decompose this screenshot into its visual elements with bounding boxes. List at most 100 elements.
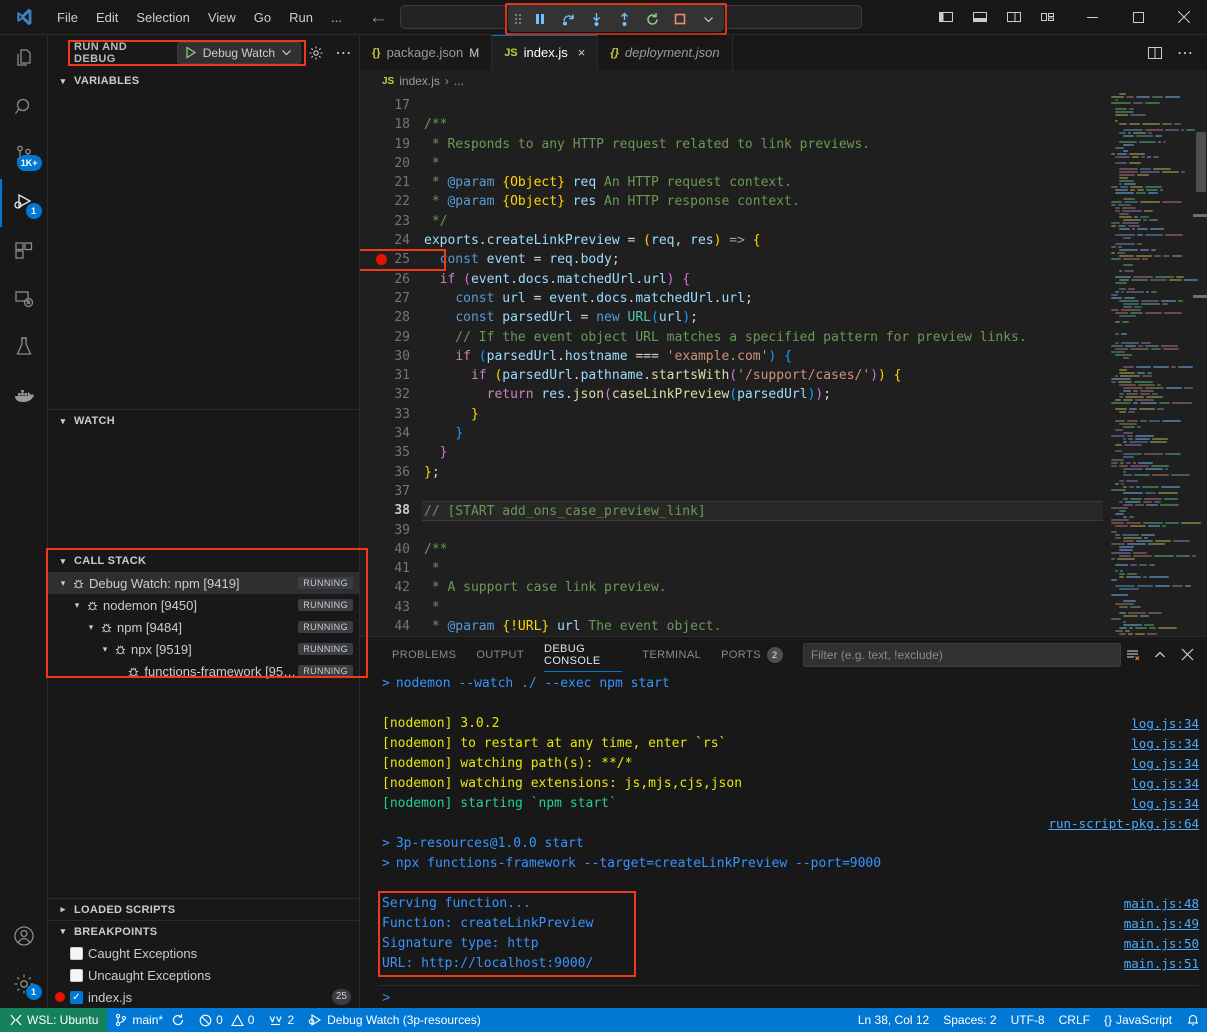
breadcrumb[interactable]: JS index.js › ... [360,70,1207,92]
section-header-callstack[interactable]: ▾ CALL STACK [48,550,359,572]
console-source-link[interactable]: log.js:34 [1131,754,1199,774]
debug-console-output[interactable]: >nodemon --watch ./ --exec npm start [no… [360,672,1207,983]
status-eol[interactable]: CRLF [1052,1013,1097,1027]
code-line[interactable]: // If the event object URL matches a spe… [422,328,1103,347]
section-header-breakpoints[interactable]: ▾ BREAKPOINTS [48,920,359,942]
step-into-icon[interactable] [583,8,609,30]
gutter-line-number[interactable]: 27 [360,289,422,308]
gutter-line-number[interactable]: 19 [360,135,422,154]
gutter-line-number[interactable]: 41 [360,559,422,578]
editor-tab-index-js[interactable]: JSindex.js× [492,35,598,70]
sidebar-more-ellipsis-icon[interactable]: ⋯ [332,41,355,65]
console-source-link[interactable]: log.js:34 [1131,734,1199,754]
menu-go[interactable]: Go [245,7,280,28]
code-line[interactable] [422,96,1103,115]
code-line[interactable]: return res.json(caseLinkPreview(parsedUr… [422,385,1103,404]
gutter-line-number[interactable]: 40 [360,540,422,559]
toggle-secondary-sidebar-icon[interactable] [999,2,1029,32]
code-line[interactable]: if (event.docs.matchedUrl.url) { [422,270,1103,289]
launch-chevron-down-icon[interactable] [281,47,292,58]
breakpoint-checkbox[interactable] [70,969,83,982]
gutter-line-number[interactable]: 29 [360,328,422,347]
activity-source-control-icon[interactable]: 1K+ [0,131,48,179]
gutter-line-number[interactable]: 32 [360,385,422,404]
breakpoint-row[interactable]: ✓index.js25 [48,986,359,1008]
gutter-line-number[interactable]: 36 [360,463,422,482]
step-out-icon[interactable] [611,8,637,30]
panel-tab-problems[interactable]: PROBLEMS [382,637,466,672]
debug-console-input[interactable]: > [360,986,1207,1008]
menu-run[interactable]: Run [280,7,322,28]
code-line[interactable] [422,521,1103,540]
pause-icon[interactable] [527,8,553,30]
panel-tab-debug-console[interactable]: DEBUG CONSOLE [534,637,632,672]
tab-close-icon[interactable]: × [578,45,586,60]
debug-toolbar[interactable] [508,6,724,32]
activity-search-icon[interactable] [0,83,48,131]
code-line[interactable]: /** [422,115,1103,134]
call-stack-row[interactable]: ▾npx [9519]RUNNING [48,638,359,660]
editor-gutter[interactable]: 1718192021222324252627282930313233343536… [360,92,422,636]
debug-settings-gear-icon[interactable] [305,41,328,65]
panel-tab-ports[interactable]: PORTS2 [711,637,793,672]
window-close-button[interactable] [1161,0,1207,35]
collapse-panel-chevron-up-icon[interactable] [1148,643,1172,667]
code-line[interactable]: * @param {Object} res An HTTP response c… [422,192,1103,211]
code-line[interactable]: * A support case link preview. [422,578,1103,597]
status-branch[interactable]: main* [107,1008,192,1032]
start-debug-play-icon[interactable] [184,46,197,59]
gutter-line-number[interactable]: 43 [360,598,422,617]
code-line[interactable]: /** [422,540,1103,559]
gutter-line-number[interactable]: 34 [360,424,422,443]
console-filter-input[interactable]: Filter (e.g. text, !exclude) [803,643,1121,667]
console-source-link[interactable]: main.js:50 [1124,934,1199,954]
code-line[interactable]: if (parsedUrl.pathname.startsWith('/supp… [422,366,1103,385]
code-line[interactable]: }; [422,463,1103,482]
menu-selection[interactable]: Selection [127,7,198,28]
menu-view[interactable]: View [199,7,245,28]
window-minimize-button[interactable] [1069,0,1115,35]
code-line[interactable]: } [422,405,1103,424]
editor-code-body[interactable]: /** * Responds to any HTTP request relat… [422,92,1103,636]
console-source-link[interactable]: log.js:34 [1131,794,1199,814]
editor-minimap[interactable] [1103,92,1207,636]
gutter-line-number[interactable]: 37 [360,482,422,501]
gutter-line-number[interactable]: 28 [360,308,422,327]
activity-accounts-icon[interactable] [0,912,48,960]
chevron-down-icon[interactable]: ▾ [56,578,70,589]
section-header-watch[interactable]: ▾ WATCH [48,410,359,432]
gutter-line-number[interactable]: 38 [360,501,422,520]
gutter-line-number[interactable]: 24 [360,231,422,250]
console-source-link[interactable]: run-script-pkg.js:64 [1048,814,1199,834]
chevron-down-icon[interactable]: ▾ [84,622,98,633]
gutter-line-number[interactable]: 33 [360,405,422,424]
status-debug-session[interactable]: Debug Watch (3p-resources) [301,1008,488,1032]
activity-remote-explorer-icon[interactable] [0,275,48,323]
code-line[interactable]: * [422,154,1103,173]
editor-tab-package-json[interactable]: {}package.jsonM [360,35,492,70]
launch-configuration-select[interactable]: Debug Watch [177,42,301,64]
sync-icon[interactable] [171,1013,185,1027]
status-problems[interactable]: 0 0 [192,1008,261,1032]
gutter-line-number[interactable]: 30 [360,347,422,366]
window-maximize-button[interactable] [1115,0,1161,35]
activity-run-and-debug-icon[interactable]: 1 [0,179,48,227]
breakpoint-row[interactable]: Uncaught Exceptions [48,964,359,986]
stop-icon[interactable] [667,8,693,30]
section-header-variables[interactable]: ▾ VARIABLES [48,70,359,92]
restart-icon[interactable] [639,8,665,30]
code-line[interactable]: } [422,424,1103,443]
gutter-line-number[interactable]: 17 [360,96,422,115]
gutter-line-number[interactable]: 42 [360,578,422,597]
status-language-mode[interactable]: {} JavaScript [1097,1013,1179,1027]
code-line[interactable]: * @param {!URL} url The event object. [422,617,1103,636]
code-line[interactable]: * @param {Object} req An HTTP request co… [422,173,1103,192]
breakpoint-checkbox[interactable] [70,947,83,960]
gutter-line-number[interactable]: 22 [360,192,422,211]
menu-bar[interactable]: File Edit Selection View Go Run ... [48,7,351,28]
debug-more-chevron-down-icon[interactable] [695,8,721,30]
call-stack-row[interactable]: ▾nodemon [9450]RUNNING [48,594,359,616]
gutter-line-number[interactable]: 44 [360,617,422,636]
step-over-icon[interactable] [555,8,581,30]
code-line[interactable]: const event = req.body; [422,250,1103,269]
